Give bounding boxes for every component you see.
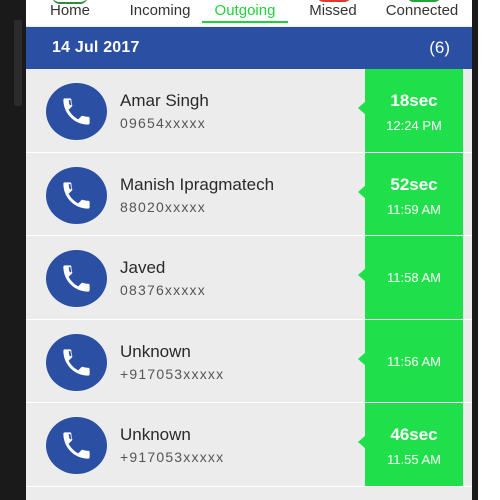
call-time: 11.55 AM (387, 452, 441, 467)
tab-home[interactable]: Home (40, 0, 100, 26)
contact-number: 08376xxxxx (120, 282, 206, 298)
tab-connected[interactable]: Connected (378, 0, 466, 26)
tab-incoming-label: Incoming (129, 2, 191, 19)
tab-missed[interactable]: Missed (300, 0, 366, 26)
phone-side-button (14, 20, 22, 106)
tab-missed-label: Missed (309, 2, 357, 19)
call-log-item[interactable]: Manish Ipragmatech 88020xxxxx 52sec 11:5… (26, 152, 472, 236)
contact-avatar[interactable] (46, 417, 107, 474)
phone-icon (63, 265, 90, 292)
tab-incoming[interactable]: Incoming (122, 0, 198, 26)
call-time: 11:58 AM (387, 270, 441, 285)
contact-avatar[interactable] (46, 333, 107, 391)
contact-number: +917053xxxxx (120, 449, 225, 465)
call-duration: 46sec (390, 425, 438, 444)
call-time: 11:56 AM (387, 353, 441, 369)
call-duration: 18sec (390, 91, 438, 110)
call-log-item[interactable]: Amar Singh 09654xxxxx 18sec 12:24 PM (26, 69, 472, 153)
call-duration: 52sec (390, 174, 438, 194)
call-log-list: Amar Singh 09654xxxxx 18sec 12:24 PM Man… (26, 69, 472, 487)
active-tab-indicator (202, 21, 288, 23)
tab-connected-label: Connected (385, 2, 459, 19)
call-log-item[interactable]: Unknown +917053xxxxx 11:56 AM (26, 319, 472, 403)
phone-icon (63, 432, 90, 459)
contact-number: 09654xxxxx (120, 115, 206, 131)
date-group-count: (6) (429, 38, 450, 57)
contact-name: Unknown (120, 425, 191, 444)
call-time: 11:59 AM (387, 201, 441, 217)
tab-home-label: Home (49, 2, 90, 19)
date-group-date: 14 Jul 2017 (52, 39, 140, 56)
phone-icon (63, 181, 90, 209)
phone-icon (63, 348, 90, 376)
phone-bezel-edge (472, 0, 478, 500)
phone-bezel-right (472, 0, 500, 500)
call-time: 12:24 PM (386, 118, 442, 133)
phone-bezel-left (0, 0, 26, 500)
contact-avatar[interactable] (46, 166, 107, 224)
contact-avatar[interactable] (46, 250, 107, 307)
contact-number: +917053xxxxx (120, 365, 225, 382)
contact-name: Amar Singh (120, 91, 209, 110)
contact-name: Manish Ipragmatech (120, 174, 275, 194)
call-log-item[interactable]: Unknown +917053xxxxx 46sec 11.55 AM (26, 403, 472, 487)
call-log-item[interactable]: Javed 08376xxxxx 11:58 AM (26, 236, 472, 320)
app-screen: Home Incoming Outgoing Missed Connected … (26, 0, 472, 500)
contact-name: Javed (120, 258, 166, 277)
date-group-header: 14 Jul 2017 (6) (26, 27, 472, 69)
contact-number: 88020xxxxx (120, 198, 206, 215)
contact-name: Unknown (120, 341, 191, 361)
contact-avatar[interactable] (46, 83, 107, 140)
phone-icon (63, 98, 90, 125)
call-type-tabbar: Home Incoming Outgoing Missed Connected (26, 0, 472, 26)
